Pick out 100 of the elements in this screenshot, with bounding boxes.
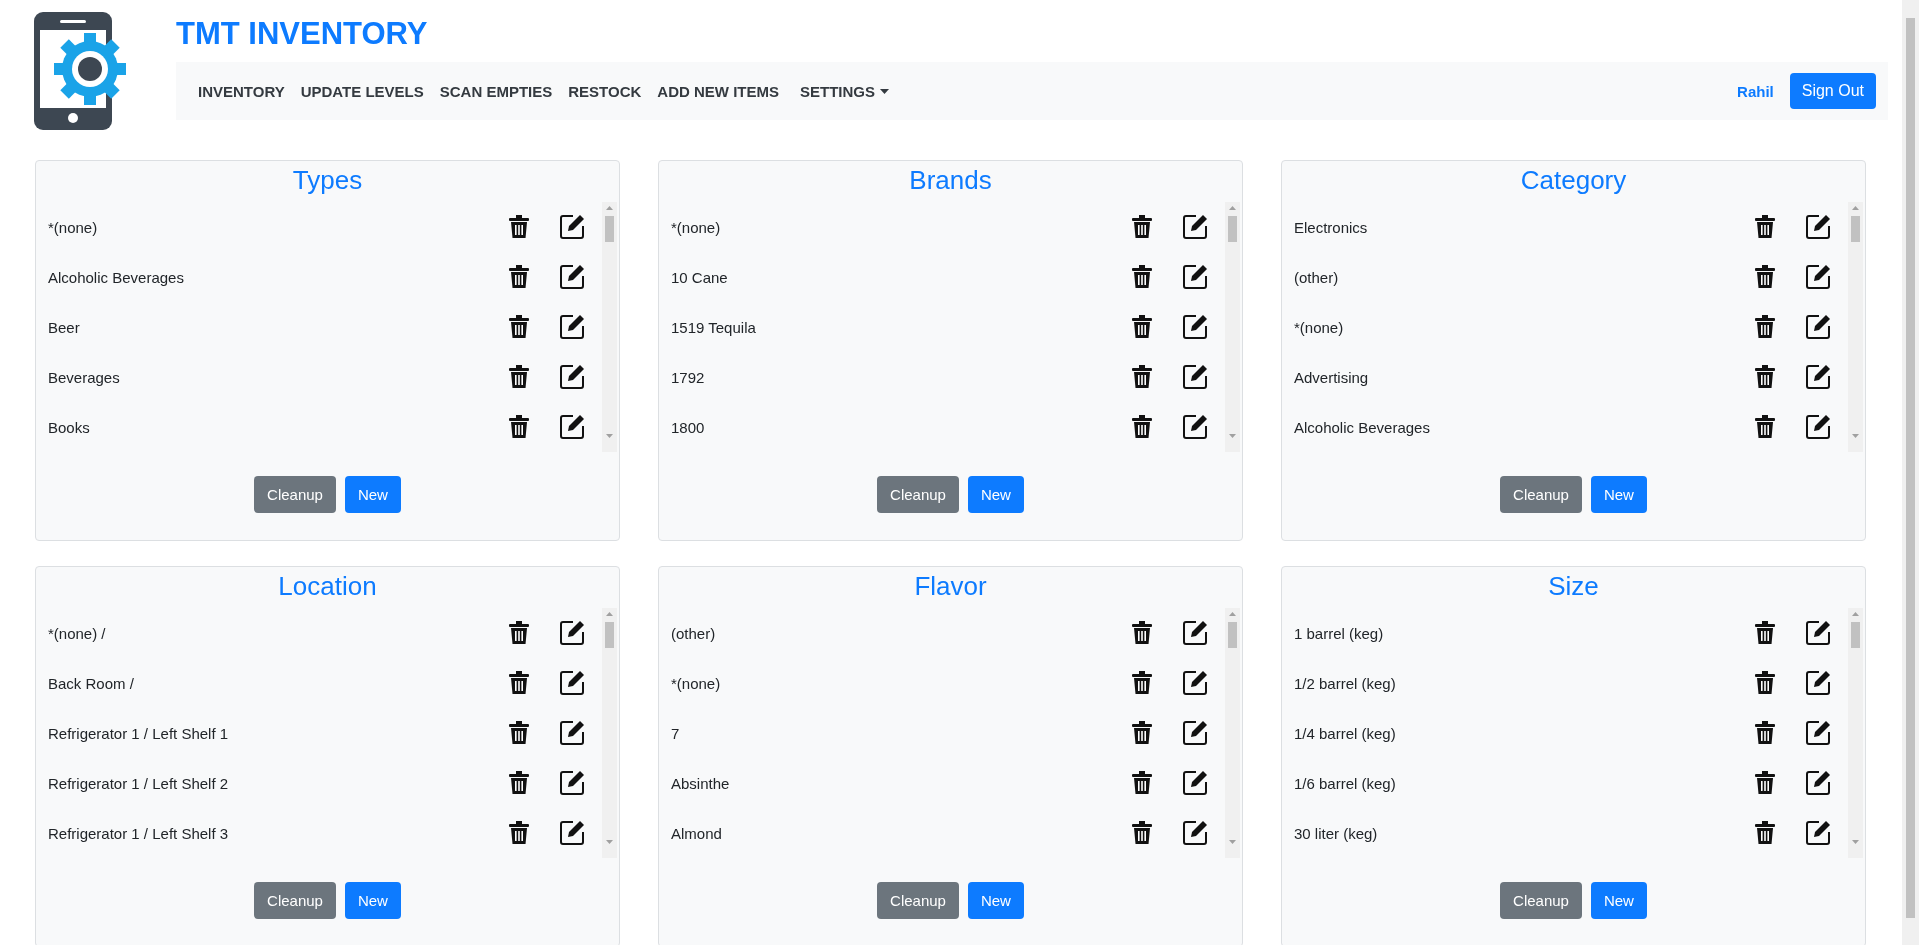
cleanup-button[interactable]: Cleanup xyxy=(877,476,959,513)
edit-icon[interactable] xyxy=(1805,770,1831,796)
panel-title: Brands xyxy=(909,165,992,196)
list-scrollbar[interactable] xyxy=(1848,608,1863,858)
trash-icon[interactable] xyxy=(1132,215,1152,239)
edit-icon[interactable] xyxy=(559,314,585,340)
new-button[interactable]: New xyxy=(1590,882,1647,919)
trash-icon[interactable] xyxy=(509,415,529,439)
edit-icon[interactable] xyxy=(559,264,585,290)
new-button[interactable]: New xyxy=(344,882,401,919)
cleanup-button[interactable]: Cleanup xyxy=(254,476,336,513)
list-item: 7 xyxy=(671,724,681,742)
edit-icon[interactable] xyxy=(1182,620,1208,646)
settings-menu[interactable]: SETTINGS xyxy=(800,82,890,100)
list-scrollbar[interactable] xyxy=(1848,202,1863,452)
trash-icon[interactable] xyxy=(509,621,529,645)
list-scrollbar[interactable] xyxy=(1225,202,1240,452)
trash-icon[interactable] xyxy=(509,265,529,289)
nav-link[interactable]: UPDATE LEVELS xyxy=(300,82,424,100)
list-item: Alcoholic Beverages xyxy=(1294,418,1431,436)
new-button[interactable]: New xyxy=(344,476,401,513)
edit-icon[interactable] xyxy=(1805,264,1831,290)
edit-icon[interactable] xyxy=(559,620,585,646)
trash-icon[interactable] xyxy=(1755,771,1775,795)
edit-icon[interactable] xyxy=(1805,214,1831,240)
edit-icon[interactable] xyxy=(1182,670,1208,696)
edit-icon[interactable] xyxy=(1805,670,1831,696)
list-item: *(none) xyxy=(1294,318,1345,336)
scrollbar-thumb[interactable] xyxy=(1851,216,1860,242)
cleanup-button[interactable]: Cleanup xyxy=(1500,476,1582,513)
edit-icon[interactable] xyxy=(1182,264,1208,290)
nav-link[interactable]: RESTOCK xyxy=(568,82,642,100)
trash-icon[interactable] xyxy=(509,365,529,389)
trash-icon[interactable] xyxy=(1755,415,1775,439)
edit-icon[interactable] xyxy=(1182,820,1208,846)
trash-icon[interactable] xyxy=(1132,415,1152,439)
edit-icon[interactable] xyxy=(559,820,585,846)
scrollbar-thumb[interactable] xyxy=(605,216,614,242)
list-scrollbar[interactable] xyxy=(602,202,617,452)
sign-out-button[interactable]: Sign Out xyxy=(1789,73,1876,109)
nav-link[interactable]: ADD NEW ITEMS xyxy=(657,82,780,100)
trash-icon[interactable] xyxy=(1755,265,1775,289)
trash-icon[interactable] xyxy=(509,671,529,695)
trash-icon[interactable] xyxy=(1755,621,1775,645)
edit-icon[interactable] xyxy=(559,214,585,240)
scrollbar-thumb[interactable] xyxy=(1228,216,1237,242)
edit-icon[interactable] xyxy=(1182,214,1208,240)
edit-icon[interactable] xyxy=(559,414,585,440)
trash-icon[interactable] xyxy=(1755,315,1775,339)
trash-icon[interactable] xyxy=(509,721,529,745)
edit-icon[interactable] xyxy=(559,364,585,390)
new-button[interactable]: New xyxy=(967,882,1024,919)
trash-icon[interactable] xyxy=(1755,215,1775,239)
new-button[interactable]: New xyxy=(967,476,1024,513)
trash-icon[interactable] xyxy=(1755,365,1775,389)
edit-icon[interactable] xyxy=(1182,414,1208,440)
edit-icon[interactable] xyxy=(1805,364,1831,390)
trash-icon[interactable] xyxy=(1132,821,1152,845)
scrollbar-thumb[interactable] xyxy=(1906,18,1915,918)
edit-icon[interactable] xyxy=(1182,720,1208,746)
scrollbar-thumb[interactable] xyxy=(605,622,614,648)
trash-icon[interactable] xyxy=(1755,821,1775,845)
trash-icon[interactable] xyxy=(509,821,529,845)
trash-icon[interactable] xyxy=(1755,721,1775,745)
cleanup-button[interactable]: Cleanup xyxy=(254,882,336,919)
scrollbar-thumb[interactable] xyxy=(1851,622,1860,648)
trash-icon[interactable] xyxy=(509,315,529,339)
list-scrollbar[interactable] xyxy=(602,608,617,858)
nav-link[interactable]: SCAN EMPTIES xyxy=(439,82,553,100)
list-scrollbar[interactable] xyxy=(1225,608,1240,858)
edit-icon[interactable] xyxy=(1805,620,1831,646)
user-link[interactable]: Rahil xyxy=(1737,82,1774,100)
cleanup-button[interactable]: Cleanup xyxy=(877,882,959,919)
trash-icon[interactable] xyxy=(1132,721,1152,745)
list-item: 1/4 barrel (keg) xyxy=(1294,724,1397,742)
edit-icon[interactable] xyxy=(559,720,585,746)
panel-title: Types xyxy=(292,165,363,196)
trash-icon[interactable] xyxy=(1132,365,1152,389)
trash-icon[interactable] xyxy=(1132,671,1152,695)
edit-icon[interactable] xyxy=(1805,314,1831,340)
edit-icon[interactable] xyxy=(559,770,585,796)
new-button[interactable]: New xyxy=(1590,476,1647,513)
edit-icon[interactable] xyxy=(559,670,585,696)
trash-icon[interactable] xyxy=(1132,315,1152,339)
trash-icon[interactable] xyxy=(1132,265,1152,289)
page-scrollbar[interactable] xyxy=(1902,0,1919,945)
trash-icon[interactable] xyxy=(509,771,529,795)
scrollbar-thumb[interactable] xyxy=(1228,622,1237,648)
trash-icon[interactable] xyxy=(1755,671,1775,695)
trash-icon[interactable] xyxy=(509,215,529,239)
edit-icon[interactable] xyxy=(1805,720,1831,746)
cleanup-button[interactable]: Cleanup xyxy=(1500,882,1582,919)
edit-icon[interactable] xyxy=(1182,770,1208,796)
edit-icon[interactable] xyxy=(1182,314,1208,340)
nav-link[interactable]: INVENTORY xyxy=(198,82,285,100)
edit-icon[interactable] xyxy=(1805,414,1831,440)
edit-icon[interactable] xyxy=(1182,364,1208,390)
trash-icon[interactable] xyxy=(1132,621,1152,645)
edit-icon[interactable] xyxy=(1805,820,1831,846)
trash-icon[interactable] xyxy=(1132,771,1152,795)
